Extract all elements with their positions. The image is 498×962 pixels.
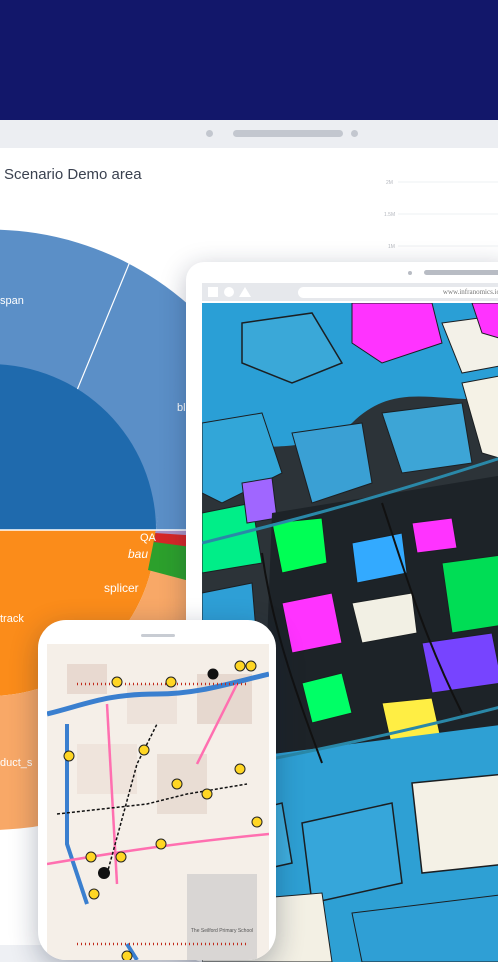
circle-icon xyxy=(224,287,234,297)
phone-speaker xyxy=(141,634,175,637)
segment-label-splicer: splicer xyxy=(104,581,139,595)
tablet-camera xyxy=(408,271,412,275)
segment-label-bau: bau xyxy=(128,547,148,561)
hero-banner xyxy=(0,0,498,120)
segment-label-bl: bl xyxy=(177,402,186,414)
map-place-label: The Seilford Primary School xyxy=(191,928,253,934)
segment-label-qa: QA xyxy=(140,532,157,544)
tablet-speaker xyxy=(424,270,498,275)
mini-chart-y-tick: 1M xyxy=(388,244,395,250)
triangle-icon xyxy=(239,287,251,297)
phone-mockup: The Seilford Primary School xyxy=(38,620,276,960)
mini-chart-y-tick: 2M xyxy=(386,180,393,186)
browser-toolbar: www.infranomics.io xyxy=(202,283,498,301)
segment-label-duct: duct_s xyxy=(0,757,33,769)
street-map[interactable]: The Seilford Primary School xyxy=(47,644,269,960)
square-icon xyxy=(208,287,218,297)
segment-label-span: span xyxy=(0,295,24,307)
segment-label-track: track xyxy=(0,613,24,625)
mini-chart-y-tick: 1.5M xyxy=(384,212,395,218)
url-text: www.infranomics.io xyxy=(442,288,498,296)
